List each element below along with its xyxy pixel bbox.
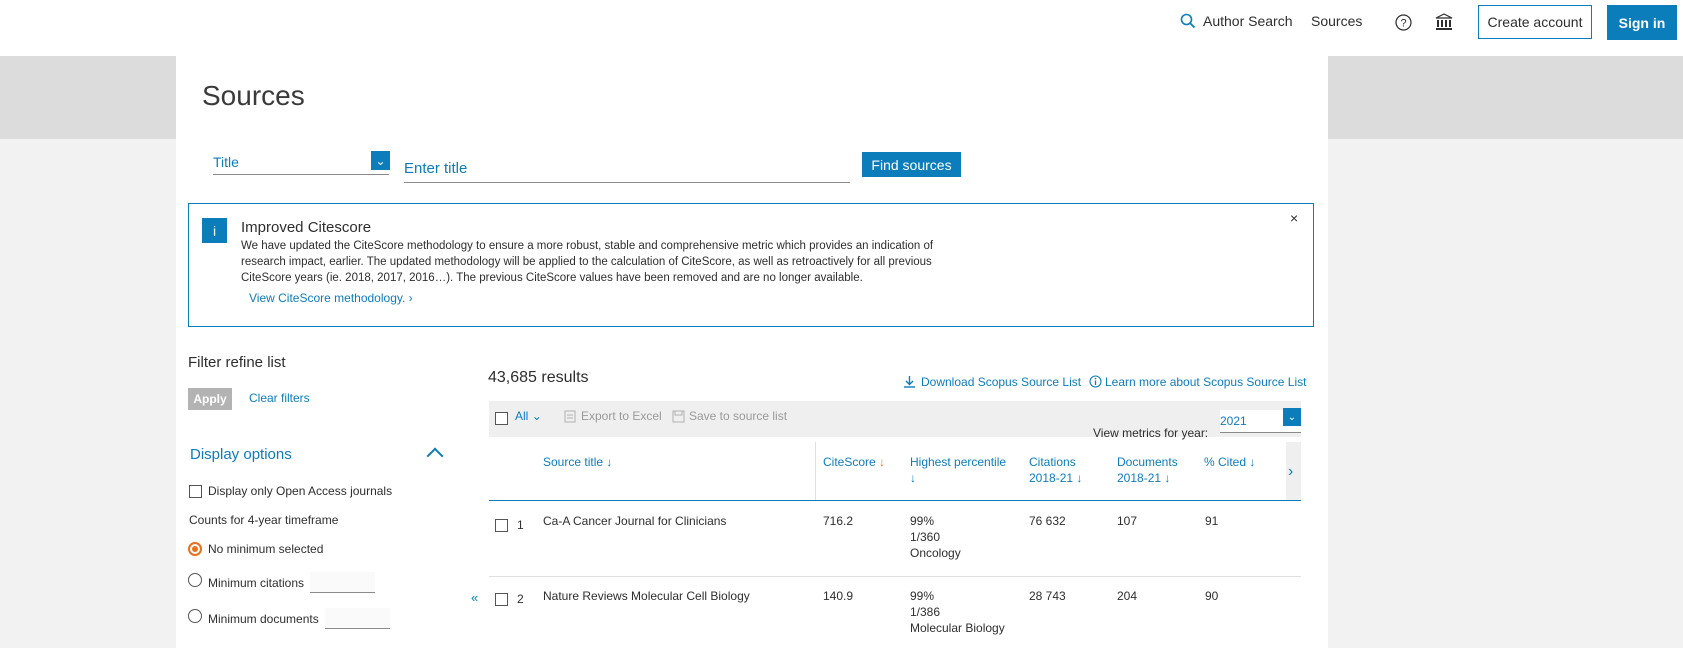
col-documents-label: Documents [1117, 455, 1178, 469]
chevron-down-icon[interactable]: ⌄ [371, 151, 390, 170]
open-access-checkbox[interactable] [189, 485, 202, 498]
min-documents-radio[interactable] [188, 609, 202, 623]
min-citations-label: Minimum citations [208, 576, 305, 590]
alert-title: Improved Citescore [241, 219, 372, 236]
select-all-checkbox[interactable] [495, 412, 508, 425]
chevron-down-icon[interactable]: ⌄ [1283, 408, 1301, 426]
results-count: 43,685 results [488, 369, 589, 386]
percentile-rank: 1/386 [910, 605, 941, 619]
clear-filters-link[interactable]: Clear filters [249, 391, 310, 405]
institution-icon[interactable] [1435, 13, 1453, 36]
save-to-list-button[interactable]: Save to source list [689, 409, 787, 423]
percentile-cell: 99% 1/386 Molecular Biology [910, 588, 1005, 636]
col-highest-percentile-label: Highest percentile [910, 455, 1007, 469]
search-type-select[interactable]: Title [213, 154, 389, 175]
view-methodology-link[interactable]: View CiteScore methodology. › [249, 291, 413, 305]
percentile-field: Molecular Biology [910, 621, 1005, 635]
percentile-value: 99% [910, 514, 935, 528]
col-highest-percentile[interactable]: Highest percentile ↓ [910, 454, 1006, 486]
find-sources-button[interactable]: Find sources [862, 152, 961, 177]
top-bar [0, 0, 1683, 56]
col-citations-range: 2018-21 ↓ [1029, 471, 1083, 485]
documents-value: 204 [1117, 589, 1138, 603]
table-header [489, 442, 1301, 501]
info-circle-icon [1089, 375, 1102, 393]
row-divider [489, 576, 1301, 577]
col-citescore-label: CiteScore ↓ [823, 455, 886, 469]
cited-value: 90 [1205, 589, 1219, 603]
col-citescore[interactable]: CiteScore ↓ [823, 454, 885, 470]
display-options-heading[interactable]: Display options [190, 446, 292, 463]
svg-text:?: ? [1400, 18, 1406, 30]
source-title-link[interactable]: Ca-A Cancer Journal for Clinicians [543, 513, 726, 529]
row-number: 2 [517, 592, 524, 606]
min-documents-input[interactable] [325, 608, 390, 629]
alert-body: We have updated the CiteScore methodolog… [241, 240, 934, 284]
info-icon: i [202, 218, 227, 243]
download-icon[interactable] [903, 375, 916, 393]
percentile-cell: 99% 1/360 Oncology [910, 513, 961, 561]
double-chevron-left-icon[interactable]: « [471, 590, 478, 605]
main-panel [176, 56, 1328, 648]
citescore-value: 140.9 [823, 589, 854, 603]
source-title-link[interactable]: Nature Reviews Molecular Cell Biology [543, 588, 750, 604]
author-search-link[interactable]: Author Search [1203, 13, 1293, 29]
sign-in-button[interactable]: Sign in [1607, 5, 1677, 40]
cited-value: 91 [1205, 514, 1219, 528]
col-documents[interactable]: Documents 2018-21 ↓ [1117, 454, 1178, 486]
export-excel-button[interactable]: Export to Excel [581, 409, 662, 423]
select-all-dropdown[interactable]: All ⌄ [515, 409, 542, 423]
chevron-right-icon[interactable]: › [1288, 463, 1293, 481]
column-divider [815, 442, 816, 500]
no-minimum-radio[interactable] [188, 542, 202, 556]
min-citations-input[interactable] [310, 572, 375, 593]
citations-value: 28 743 [1029, 589, 1066, 603]
percentile-field: Oncology [910, 546, 961, 560]
select-all-label: All [515, 409, 529, 423]
sources-link[interactable]: Sources [1311, 13, 1362, 29]
row-checkbox[interactable] [495, 519, 508, 532]
col-citations[interactable]: Citations 2018-21 ↓ [1029, 454, 1082, 486]
percentile-value: 99% [910, 589, 935, 603]
export-icon [564, 410, 576, 428]
search-icon[interactable] [1180, 13, 1196, 34]
col-source-title[interactable]: Source title ↓ [543, 454, 612, 470]
citescore-value: 716.2 [823, 514, 854, 528]
create-account-button[interactable]: Create account [1478, 5, 1592, 39]
min-citations-radio[interactable] [188, 573, 202, 587]
documents-value: 107 [1117, 514, 1138, 528]
no-minimum-label: No minimum selected [208, 542, 324, 556]
filter-heading: Filter refine list [188, 354, 286, 371]
download-source-list-link[interactable]: Download Scopus Source List [921, 375, 1081, 389]
min-documents-label: Minimum documents [208, 612, 319, 626]
chevron-down-icon: ⌄ [531, 409, 542, 423]
apply-button[interactable]: Apply [188, 388, 232, 410]
save-icon [672, 410, 685, 428]
open-access-label: Display only Open Access journals [208, 484, 393, 498]
help-icon[interactable]: ? [1395, 14, 1412, 36]
search-type-value: Title [213, 154, 239, 170]
percentile-rank: 1/360 [910, 530, 941, 544]
col-cited[interactable]: % Cited ↓ [1204, 454, 1255, 470]
learn-more-link[interactable]: Learn more about Scopus Source List [1105, 375, 1306, 389]
year-value: 2021 [1220, 414, 1247, 428]
row-number: 1 [517, 518, 524, 532]
counts-label: Counts for 4-year timeframe [189, 513, 339, 527]
row-checkbox[interactable] [495, 593, 508, 606]
col-highest-percentile-sort: ↓ [910, 471, 916, 485]
close-icon[interactable]: × [1290, 210, 1298, 226]
col-citations-label: Citations [1029, 455, 1076, 469]
col-documents-range: 2018-21 ↓ [1117, 471, 1171, 485]
title-search-input[interactable] [404, 155, 850, 183]
citations-value: 76 632 [1029, 514, 1066, 528]
view-metrics-label: View metrics for year: [1093, 426, 1209, 440]
page-title: Sources [202, 80, 305, 111]
